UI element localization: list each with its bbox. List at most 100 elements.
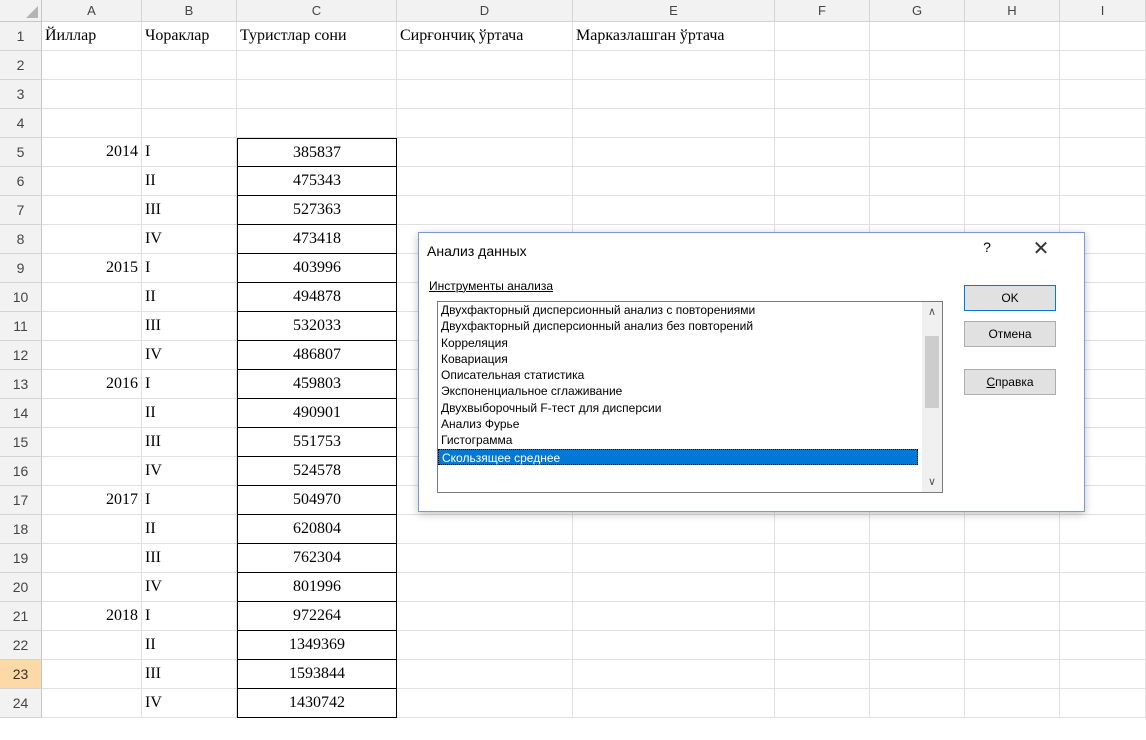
year-cell[interactable] [42,341,142,370]
cell[interactable] [397,689,573,718]
column-header-i[interactable]: I [1060,0,1146,22]
row-header-14[interactable]: 14 [0,399,42,428]
row-header-4[interactable]: 4 [0,109,42,138]
cell[interactable] [142,51,237,80]
row-header-3[interactable]: 3 [0,80,42,109]
quarter-cell[interactable]: I [142,602,237,631]
tools-listbox[interactable]: Двухфакторный дисперсионный анализ с пов… [437,301,943,493]
tourists-cell[interactable]: 385837 [237,138,397,167]
cell[interactable] [775,51,870,80]
cancel-button[interactable]: Отмена [964,321,1056,347]
cell[interactable] [397,660,573,689]
cell[interactable] [775,167,870,196]
cell[interactable] [965,515,1060,544]
year-cell[interactable] [42,399,142,428]
quarter-cell[interactable]: II [142,515,237,544]
row-header-17[interactable]: 17 [0,486,42,515]
tool-item[interactable]: Экспоненциальное сглаживание [438,383,921,399]
row-header-15[interactable]: 15 [0,428,42,457]
tourists-cell[interactable]: 490901 [237,399,397,428]
row-header-2[interactable]: 2 [0,51,42,80]
cell[interactable] [1060,602,1146,631]
row-header-7[interactable]: 7 [0,196,42,225]
year-cell[interactable]: 2015 [42,254,142,283]
column-header-c[interactable]: C [237,0,397,22]
cell[interactable] [775,138,870,167]
header-cell[interactable]: Чораклар [142,22,237,51]
cell[interactable] [775,80,870,109]
quarter-cell[interactable]: IV [142,573,237,602]
cell[interactable] [397,138,573,167]
cell[interactable] [573,196,775,225]
cell[interactable] [397,109,573,138]
cell[interactable] [965,167,1060,196]
cell[interactable] [1060,631,1146,660]
cell[interactable] [397,631,573,660]
cell[interactable] [573,544,775,573]
row-header-12[interactable]: 12 [0,341,42,370]
year-cell[interactable] [42,312,142,341]
ok-button[interactable]: OK [964,285,1056,311]
tool-item[interactable]: Описательная статистика [438,367,921,383]
cell[interactable] [870,51,965,80]
scroll-down-icon[interactable]: ∨ [922,472,942,492]
quarter-cell[interactable]: III [142,544,237,573]
cell[interactable] [1060,109,1146,138]
cell[interactable] [573,51,775,80]
cell[interactable] [870,80,965,109]
year-cell[interactable] [42,689,142,718]
quarter-cell[interactable]: I [142,254,237,283]
column-header-a[interactable]: A [42,0,142,22]
tourists-cell[interactable]: 524578 [237,457,397,486]
row-header-21[interactable]: 21 [0,602,42,631]
scroll-thumb[interactable] [925,336,939,408]
cell[interactable] [573,138,775,167]
row-header-18[interactable]: 18 [0,515,42,544]
tool-item[interactable]: Гистограмма [438,432,921,448]
cell[interactable] [870,109,965,138]
close-icon[interactable]: ✕ [1027,237,1055,261]
cell[interactable] [870,138,965,167]
tourists-cell[interactable]: 1430742 [237,689,397,718]
help-icon[interactable]: ? [977,239,997,259]
tourists-cell[interactable]: 762304 [237,544,397,573]
row-header-6[interactable]: 6 [0,167,42,196]
quarter-cell[interactable]: II [142,283,237,312]
cell[interactable] [237,51,397,80]
row-header-5[interactable]: 5 [0,138,42,167]
row-header-24[interactable]: 24 [0,689,42,718]
tourists-cell[interactable]: 504970 [237,486,397,515]
row-header-8[interactable]: 8 [0,225,42,254]
cell[interactable] [870,515,965,544]
cell[interactable] [870,544,965,573]
quarter-cell[interactable]: IV [142,457,237,486]
header-cell[interactable]: Туристлар сони [237,22,397,51]
quarter-cell[interactable]: II [142,631,237,660]
cell[interactable] [775,515,870,544]
cell[interactable] [965,631,1060,660]
cell[interactable] [1060,196,1146,225]
cell[interactable] [397,602,573,631]
row-header-16[interactable]: 16 [0,457,42,486]
cell[interactable] [870,22,965,51]
year-cell[interactable] [42,544,142,573]
cell[interactable] [397,80,573,109]
row-header-10[interactable]: 10 [0,283,42,312]
cell[interactable] [142,109,237,138]
year-cell[interactable] [42,631,142,660]
year-cell[interactable] [42,167,142,196]
cell[interactable] [42,51,142,80]
cell[interactable] [870,660,965,689]
quarter-cell[interactable]: II [142,399,237,428]
cell[interactable] [965,660,1060,689]
cell[interactable] [42,109,142,138]
cell[interactable] [965,573,1060,602]
cell[interactable] [1060,544,1146,573]
cell[interactable] [573,631,775,660]
scroll-up-icon[interactable]: ∧ [922,302,942,322]
row-header-20[interactable]: 20 [0,573,42,602]
tourists-cell[interactable]: 459803 [237,370,397,399]
cell[interactable] [573,689,775,718]
year-cell[interactable] [42,457,142,486]
year-cell[interactable]: 2018 [42,602,142,631]
